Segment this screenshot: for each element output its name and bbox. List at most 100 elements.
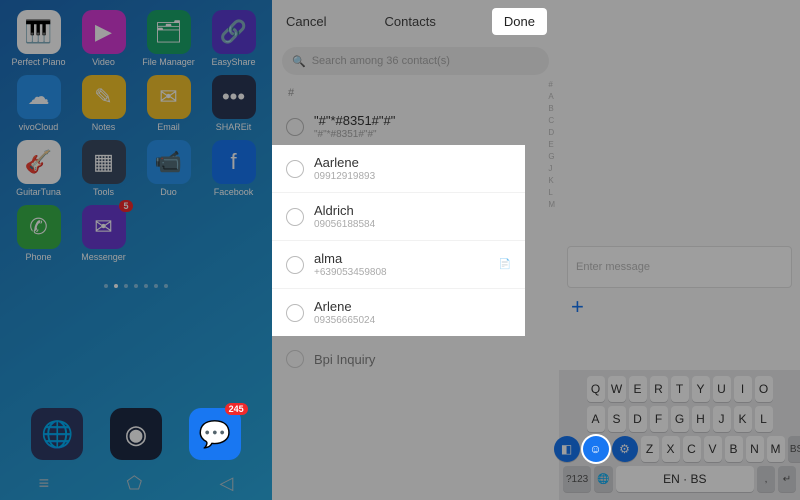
select-radio[interactable] xyxy=(286,350,304,368)
app-icon: 🗂 xyxy=(147,10,191,54)
key-y[interactable]: Y xyxy=(692,376,710,402)
app-easyshare[interactable]: 🔗EasyShare xyxy=(203,10,264,67)
key-e[interactable]: E xyxy=(629,376,647,402)
index-letter[interactable]: B xyxy=(548,104,555,113)
index-letter[interactable]: D xyxy=(548,128,555,137)
index-letter[interactable]: G xyxy=(548,152,555,161)
index-letter[interactable]: # xyxy=(548,80,555,89)
app-notes[interactable]: ✎Notes xyxy=(73,75,134,132)
contact-row[interactable]: Aarlene09912919893 xyxy=(272,145,525,192)
app-facebook[interactable]: fFacebook xyxy=(203,140,264,197)
attach-button[interactable]: + xyxy=(571,294,584,320)
notification-badge: 245 xyxy=(225,403,248,415)
index-letter[interactable]: M xyxy=(548,200,555,209)
key-j[interactable]: J xyxy=(713,406,731,432)
message-placeholder: Enter message xyxy=(576,261,650,273)
dock-browser[interactable]: 🌐 xyxy=(31,408,83,460)
app-messenger[interactable]: ✉5Messenger xyxy=(73,205,134,262)
key-r[interactable]: R xyxy=(650,376,668,402)
key-comma[interactable]: , xyxy=(757,466,775,492)
key-g[interactable]: G xyxy=(671,406,689,432)
key-o[interactable]: O xyxy=(755,376,773,402)
app-video[interactable]: ▶Video xyxy=(73,10,134,67)
index-letter[interactable]: C xyxy=(548,116,555,125)
kb-emoji-icon[interactable]: ☺ xyxy=(583,436,609,462)
select-radio[interactable] xyxy=(286,256,304,274)
app-icon: ✉ xyxy=(147,75,191,119)
app-duo[interactable]: 📹Duo xyxy=(138,140,199,197)
app-vivocloud[interactable]: ☁vivoCloud xyxy=(8,75,69,132)
key-t[interactable]: T xyxy=(671,376,689,402)
app-label: EasyShare xyxy=(211,57,255,67)
search-input[interactable]: 🔍 Search among 36 contact(s) xyxy=(282,47,549,75)
contact-name: Bpi Inquiry xyxy=(314,352,375,367)
key-w[interactable]: W xyxy=(608,376,626,402)
index-letter[interactable]: L xyxy=(548,188,555,197)
key-a[interactable]: A xyxy=(587,406,605,432)
app-shareit[interactable]: •••SHAREit xyxy=(203,75,264,132)
key-l[interactable]: L xyxy=(755,406,773,432)
key-symbols[interactable]: ?123 xyxy=(563,466,591,492)
key-v[interactable]: V xyxy=(704,436,722,462)
kb-sticker-icon[interactable]: ◧ xyxy=(554,436,580,462)
key-z[interactable]: Z xyxy=(641,436,659,462)
contact-name: "#"*#8351#"#" xyxy=(314,113,395,128)
key-u[interactable]: U xyxy=(713,376,731,402)
app-icon: ✆ xyxy=(17,205,61,249)
key-space[interactable]: EN · BS xyxy=(616,466,754,492)
app-email[interactable]: ✉Email xyxy=(138,75,199,132)
app-phone[interactable]: ✆Phone xyxy=(8,205,69,262)
dock-messages[interactable]: 💬245 xyxy=(189,408,241,460)
select-radio[interactable] xyxy=(286,208,304,226)
contact-row[interactable]: Arlene09356665024 xyxy=(272,288,525,336)
dock-camera[interactable]: ◉ xyxy=(110,408,162,460)
app-perfect-piano[interactable]: 🎹Perfect Piano xyxy=(8,10,69,67)
select-radio[interactable] xyxy=(286,160,304,178)
back-button[interactable]: ◁ xyxy=(219,473,233,494)
key-n[interactable]: N xyxy=(746,436,764,462)
contact-number: 09056188584 xyxy=(314,219,375,230)
key-x[interactable]: X xyxy=(662,436,680,462)
app-file-manager[interactable]: 🗂File Manager xyxy=(138,10,199,67)
app-icon: ✎ xyxy=(82,75,126,119)
kb-settings-icon[interactable]: ⚙ xyxy=(612,436,638,462)
cancel-button[interactable]: Cancel xyxy=(286,14,326,29)
contact-row[interactable]: Aldrich09056188584 xyxy=(272,192,525,240)
key-q[interactable]: Q xyxy=(587,376,605,402)
app-icon: 🎸 xyxy=(17,140,61,184)
contact-row[interactable]: alma+639053459808📄 xyxy=(272,240,525,288)
key-enter[interactable]: ↵ xyxy=(778,466,796,492)
contact-row[interactable]: Bpi Inquiry xyxy=(272,340,559,378)
app-label: Perfect Piano xyxy=(11,57,65,67)
index-letter[interactable]: E xyxy=(548,140,555,149)
app-icon: f xyxy=(212,140,256,184)
contact-number: "#"*#8351#"#" xyxy=(314,129,395,140)
index-letter[interactable]: J xyxy=(548,164,555,173)
key-c[interactable]: C xyxy=(683,436,701,462)
notification-badge: 5 xyxy=(119,200,132,212)
key-d[interactable]: D xyxy=(629,406,647,432)
key-k[interactable]: K xyxy=(734,406,752,432)
key-h[interactable]: H xyxy=(692,406,710,432)
index-letter[interactable]: A xyxy=(548,92,555,101)
app-tools[interactable]: ▦Tools xyxy=(73,140,134,197)
alpha-index[interactable]: # ABCDEGJKLM xyxy=(548,80,555,209)
recent-button[interactable]: ≡ xyxy=(39,473,50,494)
key-globe[interactable]: 🌐 xyxy=(594,466,612,492)
key-b[interactable]: B xyxy=(725,436,743,462)
select-radio[interactable] xyxy=(286,118,304,136)
key-i[interactable]: I xyxy=(734,376,752,402)
done-button[interactable]: Done xyxy=(494,10,545,33)
app-label: Messenger xyxy=(81,252,126,262)
key-s[interactable]: S xyxy=(608,406,626,432)
select-radio[interactable] xyxy=(286,304,304,322)
key-backspace[interactable]: BS xyxy=(788,436,800,462)
message-input[interactable]: Enter message xyxy=(567,246,792,288)
app-guitartuna[interactable]: 🎸GuitarTuna xyxy=(8,140,69,197)
home-button[interactable]: ⬠ xyxy=(127,473,143,494)
key-m[interactable]: M xyxy=(767,436,785,462)
app-icon: ▶ xyxy=(82,10,126,54)
contact-row[interactable]: "#"*#8351#"#" "#"*#8351#"#" xyxy=(272,103,559,150)
key-f[interactable]: F xyxy=(650,406,668,432)
index-letter[interactable]: K xyxy=(548,176,555,185)
